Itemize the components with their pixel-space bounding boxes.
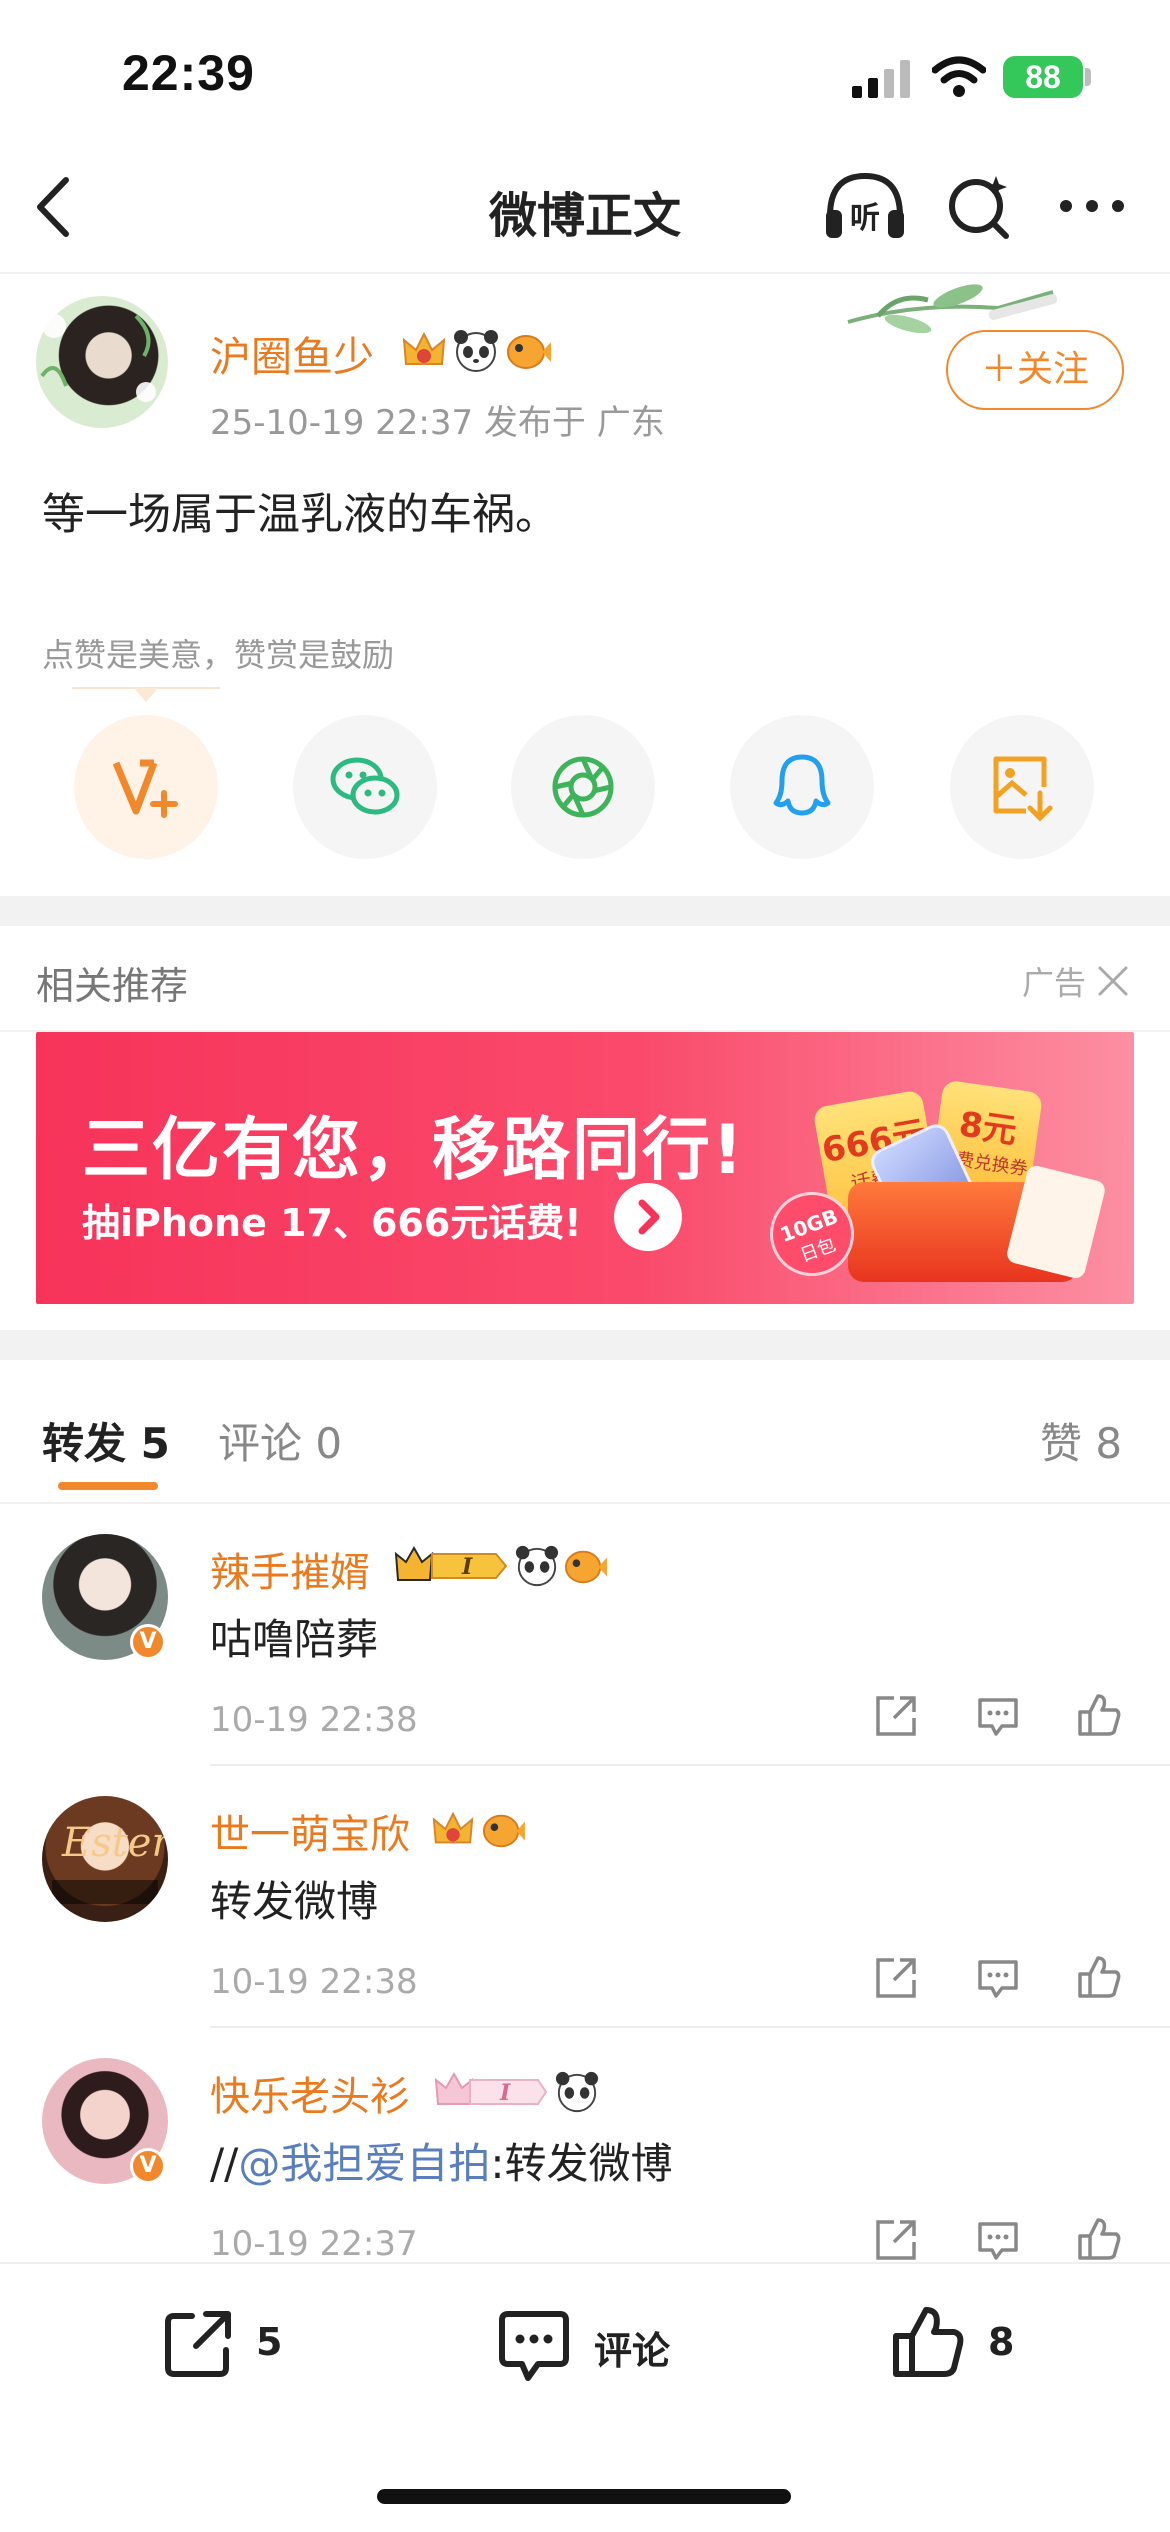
author-name[interactable]: 沪圈鱼少 [210,323,374,383]
like-icon[interactable] [1074,2214,1124,2262]
banner-subtitle: 抽iPhone 17、666元话费! [82,1201,582,1245]
svg-text:Ester: Ester [61,1820,168,1866]
reward-hint: 点赞是美意，赞赏是鼓励 [42,636,395,674]
section-gap-2 [0,1330,1170,1360]
bottom-comment-label: 评论 [594,2329,671,2373]
post-text: 等一场属于温乳液的车祸。 [42,490,558,540]
panda-badge-icon [454,330,498,372]
repost-icon[interactable] [872,1954,920,2002]
svg-text:I: I [461,1554,473,1580]
verified-badge-icon: V [130,1624,166,1660]
chevron-right-icon [638,1199,660,1235]
wechat-icon [330,757,400,815]
pufferfish-badge-icon [564,1550,607,1584]
vip-level-badge-icon: I [394,1545,508,1581]
avatar-text-decoration-icon: Ester [52,1820,168,1904]
share-moments-button[interactable] [511,715,655,859]
bottom-comment-button[interactable]: 评论 [494,2300,704,2390]
comment-icon[interactable] [974,2216,1022,2262]
mention-link[interactable]: @我担爱自拍 [238,2139,490,2188]
list-item[interactable]: V 快乐老头衫 I //@我担爱自拍:转发微博 10-19 22:37 [0,2028,1170,2262]
panda-badge-icon [555,2071,599,2113]
list-item[interactable]: Ester 世一萌宝欣 转发微博 10-19 22:38 [0,1766,1170,2026]
pufferfish-badge-icon [507,335,551,369]
wifi-icon [932,56,986,97]
bottom-like-count: 8 [988,2320,1015,2364]
battery-tip [1085,68,1091,86]
tab-repost[interactable]: 转发 5 [42,1410,170,1471]
more-icon[interactable] [1058,196,1126,216]
save-image-icon [993,756,1053,822]
share-qq-button[interactable] [730,715,874,859]
ad-banner[interactable]: 三亿有您，移路同行! 抽iPhone 17、666元话费! 666元 话费券 8… [36,1032,1134,1304]
weibo-v-plus-icon [112,759,178,818]
close-ad-icon[interactable] [1096,964,1130,998]
svg-text:I: I [499,2080,511,2106]
like-icon[interactable] [1074,1952,1124,2002]
banner-arrow-button[interactable] [614,1183,682,1251]
commenter-name[interactable]: 快乐老头衫 [210,2064,410,2122]
comment-time: 10-19 22:37 [210,2224,418,2262]
headphones-listen-icon[interactable]: 听 [822,170,908,244]
banner-title: 三亿有您，移路同行! [82,1111,746,1190]
vip-crown-badge-icon [432,1811,474,1844]
repost-icon[interactable] [872,1692,920,1740]
like-icon [893,2307,964,2377]
comment-text: //@我担爱自拍:转发微博 [210,2130,672,2191]
commenter-avatar[interactable]: Ester [42,1796,168,1922]
comment-time: 10-19 22:38 [210,1700,418,1740]
svg-text:听: 听 [850,201,880,236]
tab-active-indicator [58,1482,158,1490]
section-gap [0,896,1170,926]
commenter-name[interactable]: 辣手摧婿 [210,1540,370,1598]
cellular-signal-icon [852,60,910,98]
commenter-name[interactable]: 世一萌宝欣 [210,1802,410,1860]
bottom-repost-button[interactable]: 5 [160,2300,310,2390]
qq-icon [773,754,831,816]
avatar-flower-decoration-icon [40,314,156,402]
tab-comment[interactable]: 评论 0 [218,1410,342,1471]
comment-text: 转发微博 [210,1877,379,1926]
moments-aperture-icon [552,756,614,818]
follow-button[interactable]: ＋关注 [946,330,1124,410]
comment-suffix: :转发微博 [490,2139,673,2188]
list-item[interactable]: V 辣手摧婿 I 咕噜陪葬 10-19 22:38 [0,1504,1170,1764]
repost-icon[interactable] [872,2216,920,2262]
comment-text: 咕噜陪葬 [210,1615,379,1664]
panda-badge-icon [515,1545,559,1587]
battery-indicator: 88 [1003,56,1083,98]
search-icon[interactable] [944,170,1014,242]
comment-prefix: // [210,2139,239,2188]
author-avatar[interactable] [36,296,168,428]
pufferfish-badge-icon [482,1814,525,1848]
verified-badge-icon: V [130,2148,166,2184]
comment-icon[interactable] [974,1954,1022,2002]
bottom-repost-count: 5 [256,2320,283,2364]
pink-level-badge-icon: I [434,2071,548,2106]
post-meta: 25-10-19 22:37 发布于 广东 [210,403,665,443]
share-weibo-button[interactable] [74,715,218,859]
hint-pointer-icon [72,687,220,702]
bottom-like-button[interactable]: 8 [888,2300,1038,2390]
share-wechat-button[interactable] [293,715,437,859]
vip-crown-badge-icon [402,331,446,365]
comment-time: 10-19 22:38 [210,1962,418,2002]
tab-like[interactable]: 赞 8 [1040,1410,1122,1471]
home-indicator [377,2489,791,2504]
save-image-button[interactable] [950,715,1094,859]
status-time: 22:39 [122,45,255,101]
recommend-title: 相关推荐 [36,964,189,1008]
repost-icon [165,2311,231,2377]
comment-icon[interactable] [974,1692,1022,1740]
comment-icon [499,2311,569,2381]
ad-label: 广告 [1022,964,1087,1002]
like-icon[interactable] [1074,1690,1124,1740]
